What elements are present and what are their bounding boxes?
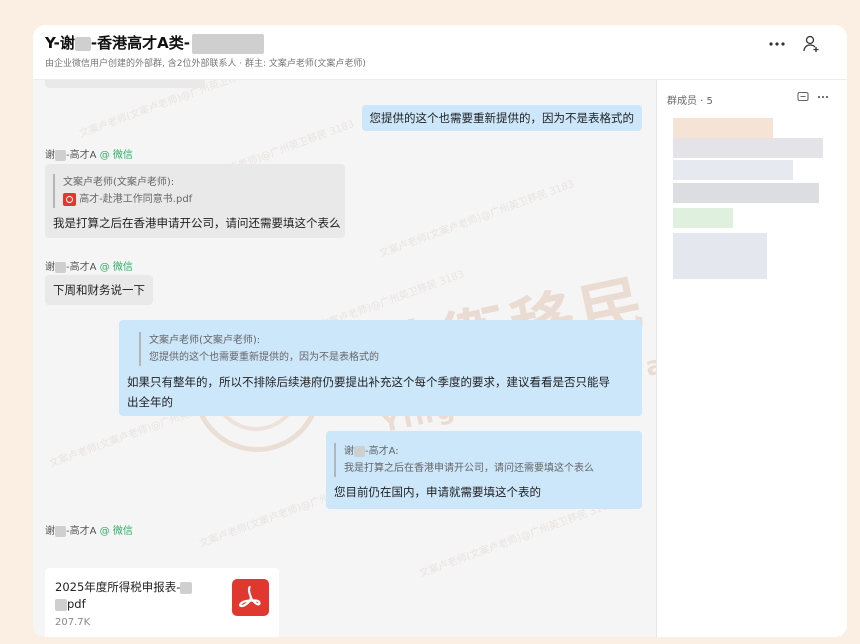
quoted-message: 文案卢老师(文案卢老师): 您提供的这个也需要重新提供的，因为不是表格式的 [139,332,634,366]
blurred-avatar-icon[interactable] [673,160,793,180]
title-prefix: Y-谢 [45,34,75,52]
sender-label: 谢 -高才A @ 微信 [45,258,133,273]
more-icon[interactable] [766,33,788,55]
quoted-message: 谢 -高才A: 我是打算之后在香港申请开公司，请问还需要填这个表么 [334,443,634,477]
redacted-name [55,261,66,273]
chat-window: Y-谢 -香港高才A类- 由企业微信用户创建的外部群, 含2位外部联系人 · 群主… [33,25,847,637]
message-text-line: 如果只有整年的，所以不排除后续港府仍要提出补充这个每个季度的要求，建议看看是否只… [127,375,610,389]
wechat-tag: @ 微信 [99,150,133,161]
message-bubble-outgoing[interactable]: 您提供的这个也需要重新提供的，因为不是表格式的 [361,105,642,131]
quote-author: 谢 -高才A: [344,443,634,460]
watermark-text: 文案卢老师(文案卢老师)@广州英卫移民 3183 [78,80,276,140]
pdf-icon [63,192,76,206]
sender-label: 谢 -高才A @ 微信 [45,522,133,537]
quote-text: 您提供的这个也需要重新提供的，因为不是表格式的 [149,352,379,363]
sender-label: 谢 -高才A @ 微信 [45,146,133,161]
blurred-avatar-icon[interactable] [673,118,773,138]
pdf-icon [232,579,269,616]
message-bubble-outgoing[interactable]: 文案卢老师(文案卢老师): 您提供的这个也需要重新提供的，因为不是表格式的 如果… [119,320,642,416]
wechat-tag: @ 微信 [99,526,133,537]
watermark-text: 文案卢老师(文案卢老师)@广州英卫移民 3183 [378,178,576,260]
group-subtitle: 由企业微信用户创建的外部群, 含2位外部联系人 · 群主: 文案卢老师(文案卢老… [45,59,366,69]
member-panel: 群成员 · 5 [656,80,847,637]
message-bubble-incoming[interactable]: 文案卢老师(文案卢老师): 高才-赴港工作同意书.pdf 我是打算之后在香港申请… [45,164,345,238]
redacted-name [354,445,365,457]
quote-author-name: 谢 [344,446,354,457]
quote-attachment: 高才-赴港工作同意书.pdf [63,191,337,208]
redacted-name [74,36,91,51]
message-bubble-outgoing[interactable]: 谢 -高才A: 我是打算之后在香港申请开公司，请问还需要填这个表么 您目前仍在国内… [326,431,642,509]
blurred-avatar-icon[interactable] [673,138,823,158]
sender-name: 谢 [45,526,55,537]
quote-author: 文案卢老师(文案卢老师): [63,177,175,188]
message-text: 我是打算之后在香港申请开公司，请问还需要填这个表么 [53,216,341,230]
sender-name: 谢 [45,262,55,273]
file-name-ext: pdf [67,597,86,611]
wechat-tag: @ 微信 [99,262,133,273]
redacted-name [55,598,67,611]
sender-name-suffix: -高才A [66,262,97,273]
message-bubble-incoming[interactable]: 下周和财务说一下 [45,275,153,305]
message-text: 如果只有整年的，所以不排除后续港府仍要提出补充这个每个季度的要求，建议看看是否只… [127,372,634,412]
message-text-line: 出全年的 [127,395,173,409]
quote-author-suffix: -高才A: [365,446,399,457]
blurred-avatar-icon[interactable] [673,183,819,203]
blurred-avatar-icon[interactable] [673,233,767,279]
message-list[interactable]: 文案卢老师(文案卢老师)@广州英卫移民 3183 文案卢老师(文案卢老师)@广州… [33,80,656,637]
quote-file-name: 高才-赴港工作同意书.pdf [79,194,193,205]
quoted-message: 文案卢老师(文案卢老师): 高才-赴港工作同意书.pdf [53,174,337,208]
file-name: 2025年度所得税申报表- pdf [55,579,193,613]
group-title: Y-谢 -香港高才A类- [45,32,264,54]
blurred-avatar-icon[interactable] [673,208,733,228]
members-label: 群成员 · 5 [667,96,713,107]
title-mid: -香港高才A类- [90,34,190,52]
quote-author: 文案卢老师(文案卢老师): [149,335,261,346]
more-icon[interactable] [817,91,829,103]
file-name-line: 2025年度所得税申报表- [55,580,181,594]
redacted-name [55,525,66,537]
sender-name: 谢 [45,150,55,161]
quote-text: 我是打算之后在香港申请开公司，请问还需要填这个表么 [344,463,594,474]
chat-header: Y-谢 -香港高才A类- 由企业微信用户创建的外部群, 含2位外部联系人 · 群主… [33,25,847,80]
file-attachment-card[interactable]: 2025年度所得税申报表- pdf 207.7K [45,568,279,637]
file-size: 207.7K [55,617,91,628]
message-text: 您目前仍在国内，申请就需要填这个表的 [334,485,541,499]
redacted-name [55,149,66,161]
previous-message-bubble [45,80,205,88]
sender-name-suffix: -高才A [66,526,97,537]
chat-icon[interactable] [797,91,809,103]
redacted-title-suffix [191,33,264,54]
redacted-name [180,581,193,594]
sender-name-suffix: -高才A [66,150,97,161]
add-member-icon[interactable] [801,33,823,55]
